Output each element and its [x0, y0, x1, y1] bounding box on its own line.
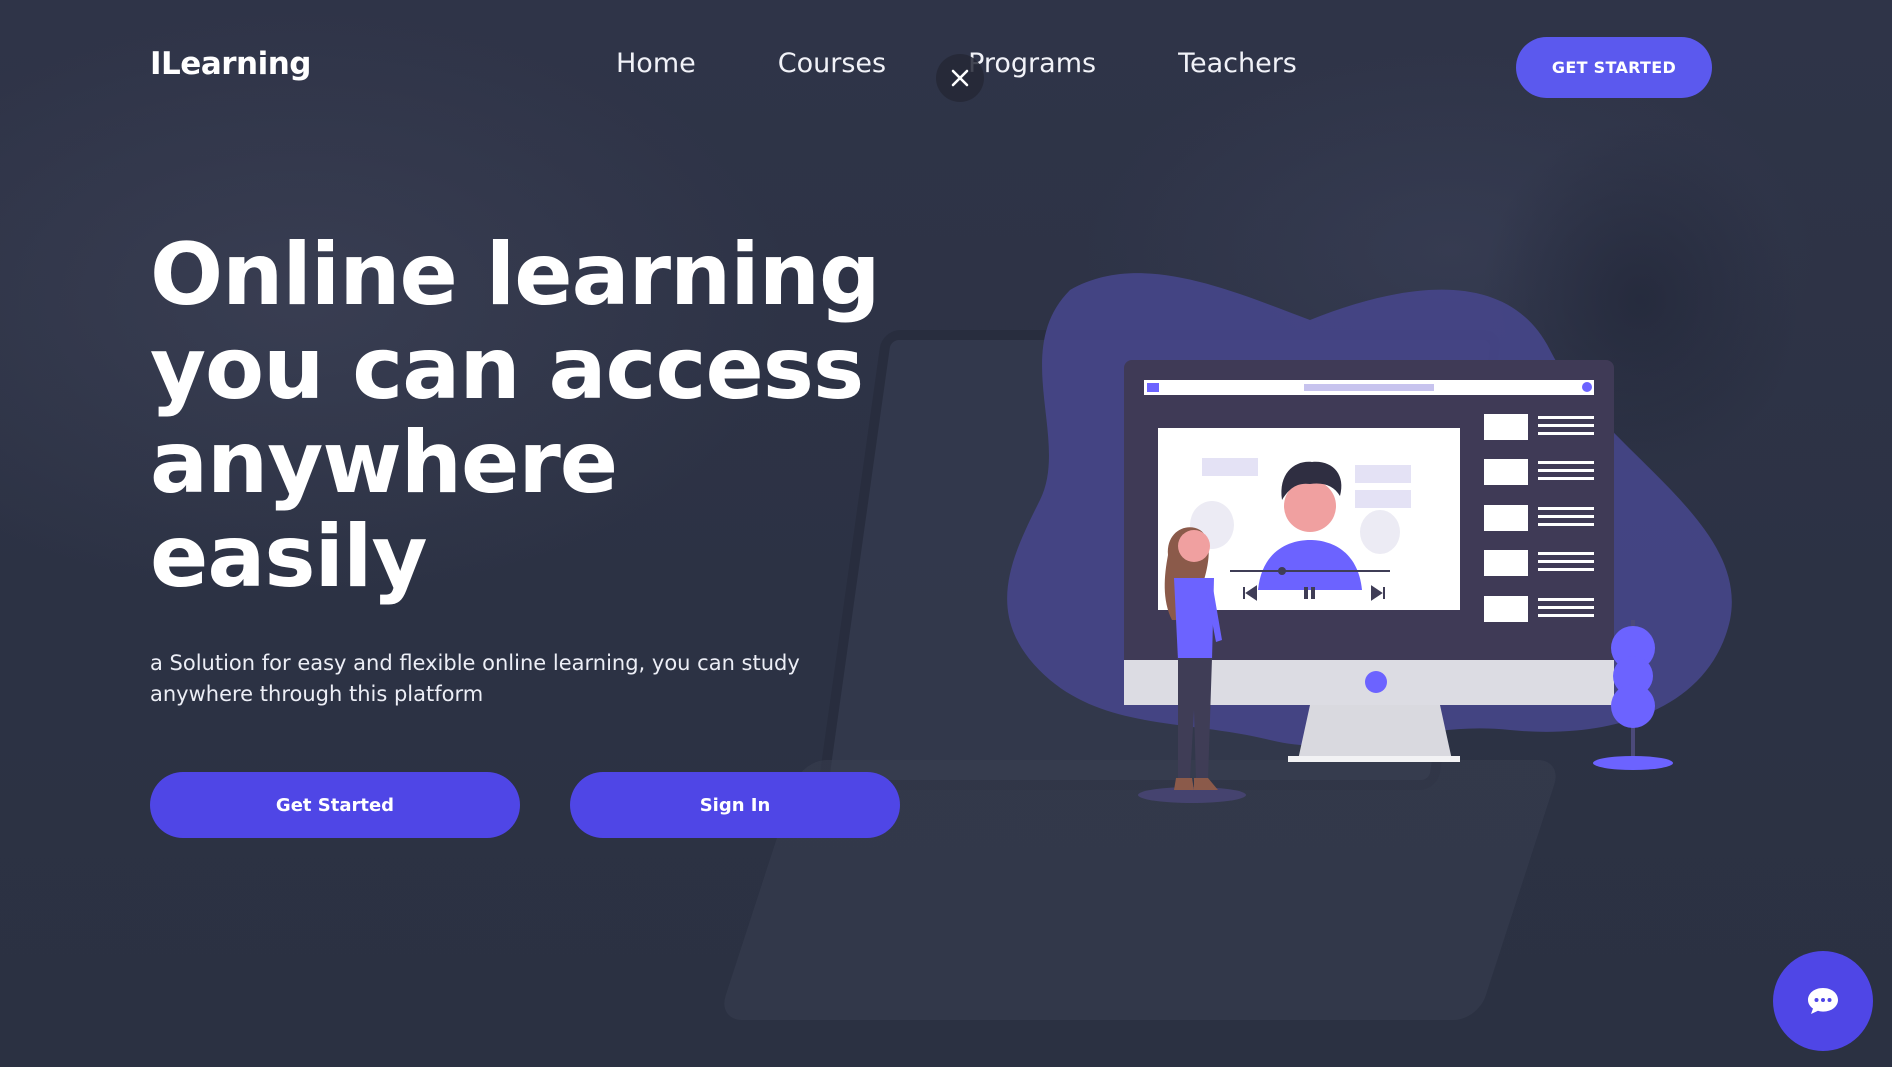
- video-progress: [1230, 570, 1390, 572]
- get-started-button[interactable]: Get Started: [150, 772, 520, 838]
- browser-dot: [1582, 382, 1592, 392]
- brand-logo[interactable]: ILearning: [150, 46, 311, 82]
- monitor-base: [1288, 756, 1460, 762]
- nav-link-home[interactable]: Home: [616, 48, 696, 79]
- chat-button[interactable]: [1773, 951, 1873, 1051]
- close-button[interactable]: [936, 54, 984, 102]
- nav-link-courses[interactable]: Courses: [778, 48, 886, 79]
- video-progress-handle: [1278, 567, 1286, 575]
- nav-link-programs[interactable]: Programs: [968, 48, 1096, 79]
- woman-legs: [1178, 658, 1212, 780]
- chat-bubble-icon: [1808, 988, 1838, 1014]
- woman-shoes: [1174, 778, 1218, 790]
- sign-in-button[interactable]: Sign In: [570, 772, 900, 838]
- nav-get-started-button[interactable]: GET STARTED: [1516, 37, 1712, 98]
- online-learning-illustration: [1007, 273, 1732, 803]
- top-navigation: ILearning Home Courses Programs Teachers…: [0, 0, 1892, 130]
- video-shelf-right: [1355, 465, 1411, 483]
- woman-head: [1178, 530, 1210, 562]
- video-shelf-left: [1202, 458, 1258, 476]
- hero-subtitle: a Solution for easy and flexible online …: [150, 651, 800, 706]
- nav-links: Home Courses Programs Teachers: [616, 48, 1379, 79]
- monitor-stand: [1298, 705, 1452, 760]
- tree-foliage-3: [1611, 684, 1655, 728]
- browser-search: [1304, 384, 1434, 391]
- tree-base: [1593, 756, 1673, 770]
- browser-bar-tab: [1147, 383, 1159, 392]
- video-bg-blob-2: [1360, 510, 1400, 554]
- pause-icon-bar-2: [1311, 587, 1315, 599]
- video-shelf-right-2: [1355, 490, 1411, 508]
- close-icon: [951, 69, 969, 87]
- pause-icon: [1304, 587, 1308, 599]
- nav-link-teachers[interactable]: Teachers: [1178, 48, 1297, 79]
- monitor-logo: [1365, 671, 1387, 693]
- hero-title: Online learning you can access anywhere …: [150, 225, 881, 607]
